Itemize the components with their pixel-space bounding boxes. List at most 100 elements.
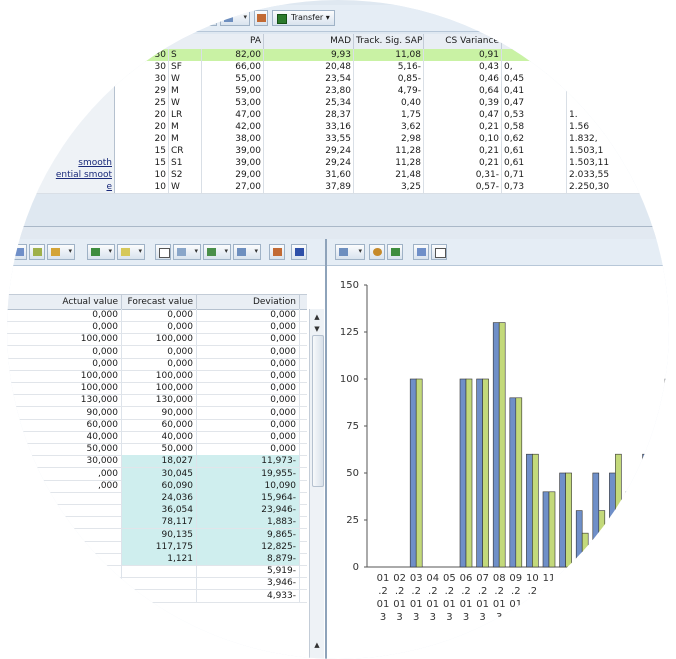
filter-button[interactable]: ▾	[47, 244, 75, 260]
bar-series-2[interactable]	[565, 472, 572, 568]
scroll-down-icon[interactable]: ▼	[311, 323, 323, 335]
layout-button[interactable]: ▾	[335, 244, 365, 260]
transfer-button[interactable]: Transfer ▾	[272, 10, 335, 26]
graphic-button[interactable]: ▾	[173, 244, 201, 260]
bar-series-2[interactable]	[532, 453, 539, 568]
method-label[interactable]	[37, 61, 114, 73]
bar-series-1[interactable]	[459, 378, 467, 568]
bar-series-2[interactable]	[581, 532, 589, 568]
bar-series-2[interactable]	[415, 378, 423, 568]
method-label[interactable]	[37, 145, 114, 157]
bar-series-2[interactable]	[598, 510, 606, 568]
values-row[interactable]: 0,000 0,000 0,000	[7, 309, 307, 322]
bar-series-1[interactable]	[664, 378, 669, 568]
method-label[interactable]: smooth	[37, 157, 114, 169]
method-label[interactable]	[37, 85, 114, 97]
layout-button[interactable]: ▾	[220, 10, 250, 26]
pane-splitter[interactable]	[7, 226, 669, 240]
values-row[interactable]: ,000 30,045 19,955-	[7, 467, 307, 481]
header-actual-value[interactable]: Actual value	[7, 295, 122, 309]
bar-series-2[interactable]	[482, 378, 489, 568]
values-row[interactable]: 24,036 15,964-	[7, 492, 307, 505]
bar-series-1[interactable]	[658, 416, 666, 568]
method-label[interactable]: e	[37, 181, 114, 193]
method-label[interactable]	[37, 73, 114, 85]
sum-button[interactable]	[197, 10, 217, 26]
bar-series-2[interactable]	[648, 499, 655, 568]
values-row[interactable]: 130,000 130,000 0,000	[7, 394, 307, 408]
values-row[interactable]: 90,000 90,000 0,000	[7, 406, 307, 420]
bar-series-1[interactable]	[642, 453, 649, 568]
export-button[interactable]: ▾	[203, 244, 231, 260]
track-cell: 2,98	[354, 133, 424, 145]
values-row[interactable]: 4,933-	[7, 589, 307, 603]
results-header-cell[interactable]: CS Variance	[424, 34, 502, 49]
bar-series-1[interactable]	[409, 378, 417, 568]
abc-analysis-button[interactable]	[269, 244, 285, 260]
bar-series-1[interactable]	[526, 453, 533, 568]
bar-series-2[interactable]	[515, 397, 523, 568]
bar-series-2[interactable]	[465, 378, 473, 568]
values-row[interactable]: 117,175 12,825-	[7, 540, 307, 554]
values-row[interactable]: 0,000 0,000 0,000	[7, 345, 307, 359]
details-button[interactable]	[11, 244, 27, 260]
values-row[interactable]: 100,000 100,000 0,000	[7, 382, 307, 396]
method-label[interactable]	[37, 97, 114, 109]
code-cell: W	[169, 97, 202, 109]
method-label[interactable]	[37, 109, 114, 121]
bar-series-2[interactable]	[498, 322, 506, 568]
method-label[interactable]	[37, 133, 114, 145]
bar-series-1[interactable]	[509, 397, 517, 568]
values-row[interactable]: 1,121 8,879-	[7, 553, 307, 566]
bar-series-2[interactable]	[548, 491, 556, 568]
values-row[interactable]: 60,000 60,000 0,000	[7, 418, 307, 432]
bar-series-2[interactable]	[631, 521, 639, 568]
values-row[interactable]: 100,000 100,000 0,000	[7, 333, 307, 347]
values-row[interactable]: 78,117 1,883-	[7, 516, 307, 530]
values-row[interactable]: 36,054 23,946-	[7, 504, 307, 518]
cs-variance-cell: 0,21	[424, 121, 502, 133]
bar-series-1[interactable]	[542, 491, 550, 568]
layout-button[interactable]: ▾	[233, 244, 261, 260]
results-header-cell[interactable]: MAD	[264, 34, 354, 49]
values-row[interactable]: 0,000 0,000 0,000	[7, 357, 307, 371]
values-row[interactable]: 5,919-	[7, 565, 307, 579]
bar-series-2[interactable]	[615, 453, 622, 568]
values-row[interactable]: ,000 60,090 10,090	[7, 479, 307, 493]
sort-button[interactable]	[29, 244, 45, 260]
bar-series-1[interactable]	[492, 322, 500, 568]
results-header-cell[interactable]: PA	[202, 34, 264, 49]
bar-series-1[interactable]	[575, 510, 583, 568]
header-deviation[interactable]: Deviation	[197, 295, 300, 309]
values-row[interactable]: 40,000 40,000 0,000	[7, 431, 307, 444]
values-row[interactable]: 50,000 50,000 0,000	[7, 443, 307, 457]
save-chart-button[interactable]	[413, 244, 429, 260]
info-button[interactable]	[291, 244, 307, 260]
values-row[interactable]: 0,000 0,000 0,000	[7, 321, 307, 335]
bar-series-1[interactable]	[476, 378, 483, 568]
method-label[interactable]	[37, 121, 114, 133]
bar-series-1[interactable]	[625, 491, 633, 568]
sum-button[interactable]: ▾	[87, 244, 115, 260]
values-row[interactable]: 30,000 18,027 11,973-	[7, 455, 307, 469]
scroll-up-bottom-icon[interactable]: ▲	[311, 639, 323, 651]
values-scrollbar[interactable]: ▲ ▼ ▲	[309, 309, 324, 659]
bar-series-1[interactable]	[592, 472, 600, 568]
method-label[interactable]: ential smoot	[37, 169, 114, 181]
chart-type-button[interactable]	[387, 244, 403, 260]
values-row[interactable]: 90,135 9,865-	[7, 528, 307, 542]
values-row[interactable]: 3,946-	[7, 577, 307, 591]
results-row[interactable]: e 10 W 27,00 37,89 3,25 0,57- 0,73 2.250,30	[7, 181, 669, 194]
scroll-thumb[interactable]	[312, 335, 324, 487]
bar-series-1[interactable]	[559, 472, 566, 568]
values-row[interactable]: 100,000 100,000 0,000	[7, 370, 307, 383]
bar-series-1[interactable]	[609, 472, 616, 568]
print-preview-button[interactable]	[155, 244, 171, 260]
subtotal-button[interactable]: ▾	[117, 244, 145, 260]
method-label[interactable]	[37, 49, 114, 61]
header-forecast-value[interactable]: Forecast value	[122, 295, 197, 309]
results-header-cell[interactable]: Track. Sig. SAP	[354, 34, 424, 49]
print-chart-button[interactable]	[431, 244, 447, 260]
scroll-up-icon[interactable]: ▲	[311, 311, 323, 323]
chart-settings-button[interactable]	[369, 244, 385, 260]
